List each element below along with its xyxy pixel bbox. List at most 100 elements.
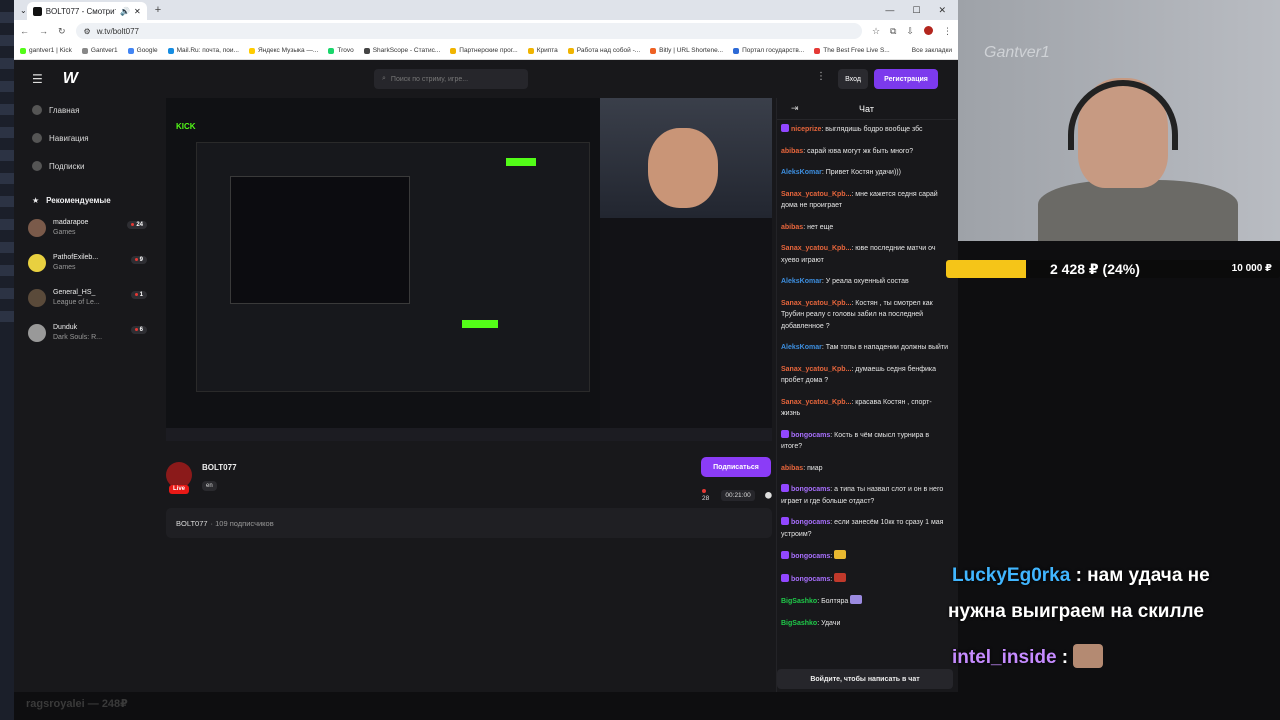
streamer-name[interactable]: BOLT077 xyxy=(202,463,237,472)
chat-username[interactable]: bongocams xyxy=(791,576,830,583)
tab-search-icon[interactable]: ⌄ xyxy=(20,6,27,15)
share-icon[interactable]: ⬤ xyxy=(765,491,772,499)
chat-message: bongocams: если занесём 10кк то сразу 1 … xyxy=(781,517,952,540)
bookmark-item[interactable]: gantver1 | Kick xyxy=(20,47,72,54)
bookmark-favicon-icon xyxy=(81,47,88,54)
register-button[interactable]: Регистрация xyxy=(874,69,938,89)
chat-username[interactable]: BigSashko xyxy=(781,620,817,627)
tab-close-icon[interactable]: ✕ xyxy=(134,7,141,16)
chat-username[interactable]: bongocams xyxy=(791,519,830,526)
video-player[interactable]: KICK xyxy=(166,98,772,441)
bottom-ticker: ragsroyalei — 248₽ xyxy=(26,698,128,710)
recommended-channel[interactable]: PathofExileb... Games 9 xyxy=(14,245,159,280)
chat-message: niceprize: выглядишь бодро вообще збс xyxy=(781,124,952,136)
bookmark-item[interactable]: Google xyxy=(127,47,158,54)
bookmark-item[interactable]: Работа над собой -... xyxy=(567,47,640,54)
chat-username[interactable]: abibas xyxy=(781,465,803,472)
bookmark-item[interactable]: The Best Free Live S... xyxy=(814,47,890,54)
about-channel-name: BOLT077 xyxy=(176,518,208,528)
subscriber-badge-icon xyxy=(781,429,789,438)
chat-message: Sanax_ycatou_Kpb...: красава Костян , сп… xyxy=(781,397,952,420)
back-icon[interactable]: ← xyxy=(20,26,29,37)
chat-message: bongocams: а типа ты назвал слот и он в … xyxy=(781,484,952,507)
chat-login-button[interactable]: Войдите, чтобы написать в чат xyxy=(777,669,953,689)
chat-username[interactable]: Sanax_ycatou_Kpb... xyxy=(781,366,851,373)
chat-username[interactable]: AleksKomar xyxy=(781,344,822,351)
site-favicon-icon xyxy=(32,6,42,16)
chat-username[interactable]: bongocams xyxy=(791,432,830,439)
all-bookmarks-link[interactable]: Все закладки xyxy=(912,47,952,54)
bookmark-label: Яндекс Музыка —... xyxy=(257,47,319,54)
search-input[interactable]: ⌕ Поиск по стриму, игре... xyxy=(374,69,528,89)
subscribe-button[interactable]: Подписаться xyxy=(701,457,771,477)
downloads-icon[interactable]: ⇩ xyxy=(906,26,914,37)
chat-username[interactable]: Sanax_ycatou_Kpb... xyxy=(781,245,851,252)
bookmark-item[interactable]: Крипта xyxy=(527,47,558,54)
bookmark-item[interactable]: Партнерские прог... xyxy=(450,47,518,54)
bookmark-favicon-icon xyxy=(167,47,174,54)
bookmark-item[interactable]: Яндекс Музыка —... xyxy=(248,47,319,54)
bookmark-item[interactable]: Gantver1 xyxy=(81,47,118,54)
bookmark-favicon-icon xyxy=(328,47,335,54)
language-tag[interactable]: en xyxy=(202,481,217,491)
uptime: 00:21:00 xyxy=(721,489,755,501)
chat-username[interactable]: AleksKomar xyxy=(781,169,822,176)
browser-menu-icon[interactable]: ⋮ xyxy=(943,26,952,37)
chat-username[interactable]: abibas xyxy=(781,148,803,155)
login-button[interactable]: Вход xyxy=(838,69,868,89)
bookmark-favicon-icon xyxy=(567,47,574,54)
bookmark-item[interactable]: Trovo xyxy=(328,47,354,54)
sidebar-item-subscriptions[interactable]: Подписки xyxy=(14,152,159,180)
chat-message: bongocams: Кость в чём смысл турнира в и… xyxy=(781,429,952,453)
recommended-channel[interactable]: General_HS_ League of Le... 1 xyxy=(14,280,159,315)
new-tab-icon[interactable]: + xyxy=(155,4,161,16)
sidebar-item-navigation[interactable]: Навигация xyxy=(14,124,159,152)
site-info-icon[interactable]: ⚙ xyxy=(84,27,91,36)
chat-text: : xyxy=(830,553,833,560)
recommended-channel[interactable]: Dunduk Dark Souls: R... 6 xyxy=(14,315,159,350)
chat-username[interactable]: bongocams xyxy=(791,486,830,493)
chat-username[interactable]: niceprize xyxy=(791,126,821,133)
bookmark-item[interactable]: Bitly | URL Shortene... xyxy=(650,47,723,54)
nested-chat-capture xyxy=(600,218,772,428)
extensions-icon[interactable]: ⧉ xyxy=(890,26,896,37)
chat-username[interactable]: abibas xyxy=(781,224,803,231)
chat-username[interactable]: BigSashko xyxy=(781,598,817,605)
channel-game: Dark Souls: R... xyxy=(53,333,103,341)
stream-stats: 28 00:21:00 ⬤ xyxy=(702,488,772,502)
collapse-chat-icon[interactable]: ⇥ xyxy=(791,103,799,114)
profile-avatar[interactable] xyxy=(924,25,933,35)
star-icon: ★ xyxy=(32,195,40,205)
bookmark-label: SharkScope - Статис... xyxy=(372,47,441,54)
site-logo[interactable]: W xyxy=(63,70,78,88)
menu-icon[interactable]: ☰ xyxy=(32,72,43,86)
webcam-watermark: Gantver1 xyxy=(984,44,1050,61)
forward-icon[interactable]: → xyxy=(39,26,48,37)
streamer-webcam xyxy=(600,98,772,218)
bookmark-star-icon[interactable]: ☆ xyxy=(872,26,880,37)
maximize-icon[interactable]: ☐ xyxy=(912,5,920,16)
chat-username[interactable]: Sanax_ycatou_Kpb... xyxy=(781,399,851,406)
more-icon[interactable]: ⋮ xyxy=(816,71,826,82)
minimize-icon[interactable]: — xyxy=(885,5,894,16)
browser-tab[interactable]: BOLT077 - Смотрите в Лай 🔊 ✕ xyxy=(26,2,147,20)
streamer-face xyxy=(648,128,718,208)
sidebar-item-home[interactable]: Главная xyxy=(14,96,159,124)
chat-username[interactable]: Sanax_ycatou_Kpb... xyxy=(781,300,851,307)
recommended-channel[interactable]: madarapoe Games 24 xyxy=(14,210,159,245)
close-window-icon[interactable]: ✕ xyxy=(938,5,946,16)
bookmark-item[interactable]: Mail.Ru: почта, пои... xyxy=(167,47,239,54)
tab-audio-icon[interactable]: 🔊 xyxy=(120,7,130,16)
chat-username[interactable]: AleksKomar xyxy=(781,278,822,285)
reload-icon[interactable]: ↻ xyxy=(58,26,66,37)
bookmark-item[interactable]: SharkScope - Статис... xyxy=(363,47,441,54)
viewer-count: 28 xyxy=(702,488,711,502)
chat-message: AleksKomar: Привет Костян удачи))) xyxy=(781,167,952,179)
chat-username[interactable]: Sanax_ycatou_Kpb... xyxy=(781,191,851,198)
url-field[interactable]: ⚙ w.tv/bolt077 xyxy=(75,23,862,39)
bookmark-label: Mail.Ru: почта, пои... xyxy=(176,47,239,54)
chat-message: Sanax_ycatou_Kpb...: ювe последние матчи… xyxy=(781,243,952,266)
chat-username[interactable]: bongocams xyxy=(791,553,830,560)
bookmark-item[interactable]: Портал государств... xyxy=(733,47,804,54)
chat-messages[interactable]: niceprize: выглядишь бодро вообще збс abi… xyxy=(777,120,956,629)
